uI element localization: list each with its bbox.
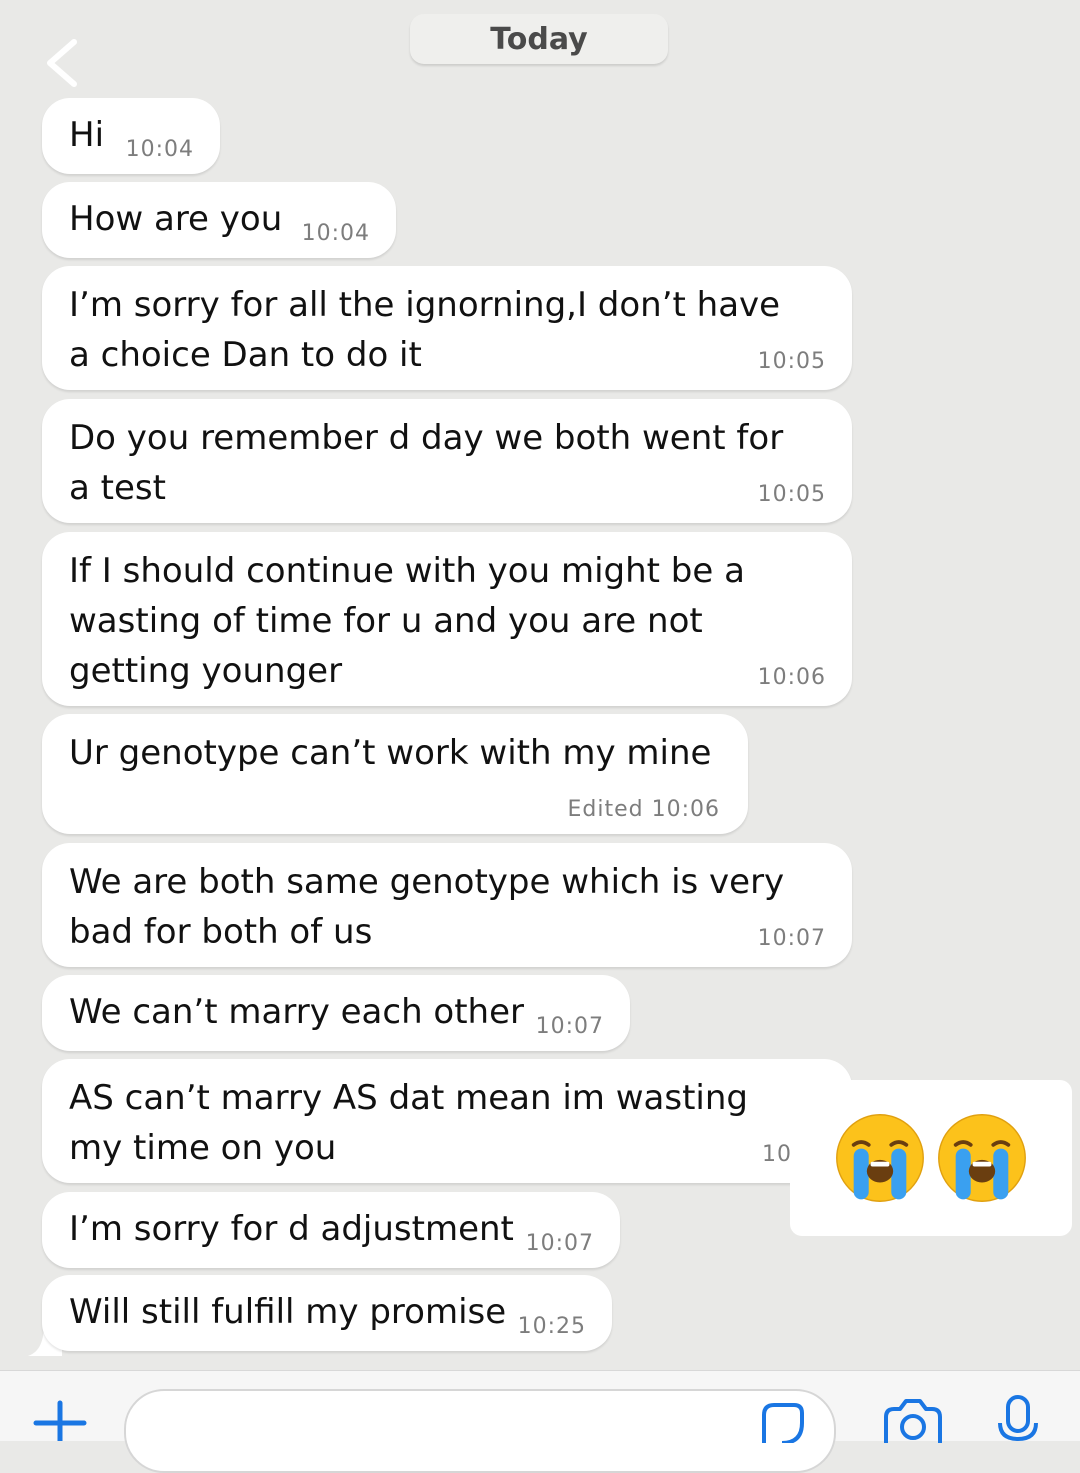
message-time: 10:07 xyxy=(525,1231,594,1256)
message-text: If I should continue with you might be a… xyxy=(69,551,745,691)
message-bubble[interactable]: If I should continue with you might be a… xyxy=(42,532,852,706)
message-text: I’m sorry for d adjustment xyxy=(69,1209,514,1249)
message-bubble[interactable]: We are both same genotype which is very … xyxy=(42,843,852,967)
loudly-crying-face-icon xyxy=(938,1114,1026,1202)
message-text: Will still fulfill my promise xyxy=(69,1292,507,1332)
message-text: Ur genotype can’t work with my mine xyxy=(69,733,712,773)
message-bubble[interactable]: Hi 10:04 xyxy=(42,98,220,174)
message-text: AS can’t marry AS dat mean im wasting my… xyxy=(69,1078,748,1168)
message-input[interactable] xyxy=(124,1389,836,1473)
message-text: Do you remember d day we both went for a… xyxy=(69,418,784,508)
plus-icon[interactable] xyxy=(30,1397,90,1441)
message-text: I’m sorry for all the ignorning,I don’t … xyxy=(69,285,781,375)
camera-icon[interactable] xyxy=(880,1399,946,1443)
message-text: We are both same genotype which is very … xyxy=(69,862,785,952)
message-bubble[interactable]: Will still fulfill my promise 10:25 xyxy=(42,1275,612,1351)
date-label: Today xyxy=(490,21,588,57)
composer-bar xyxy=(0,1370,1080,1473)
message-bubble[interactable]: I’m sorry for d adjustment 10:07 xyxy=(42,1192,620,1268)
message-bubble[interactable]: AS can’t marry AS dat mean im wasting my… xyxy=(42,1059,852,1183)
microphone-icon[interactable] xyxy=(996,1393,1040,1443)
message-time: 10:04 xyxy=(301,221,370,246)
message-text: Hi xyxy=(69,115,105,155)
loudly-crying-face-icon xyxy=(836,1114,924,1202)
message-time: 10 xyxy=(762,1142,792,1167)
message-time: 10:04 xyxy=(125,137,194,162)
message-bubble[interactable]: Ur genotype can’t work with my mine Edit… xyxy=(42,714,748,834)
back-chevron-icon[interactable] xyxy=(42,38,82,88)
message-bubble[interactable]: Do you remember d day we both went for a… xyxy=(42,399,852,523)
message-bubble[interactable]: How are you 10:04 xyxy=(42,182,396,258)
message-text: We can’t marry each other xyxy=(69,992,524,1032)
emoji-overlay xyxy=(790,1080,1072,1236)
message-time: 10:06 xyxy=(757,665,826,690)
message-bubble[interactable]: I’m sorry for all the ignorning,I don’t … xyxy=(42,266,852,390)
message-time: Edited 10:06 xyxy=(567,797,720,822)
message-time: 10:05 xyxy=(757,482,826,507)
date-separator: Today xyxy=(410,14,668,64)
message-time: 10:07 xyxy=(757,926,826,951)
message-bubble[interactable]: We can’t marry each other 10:07 xyxy=(42,975,630,1051)
message-time: 10:07 xyxy=(535,1014,604,1039)
sticker-icon[interactable] xyxy=(754,1399,804,1443)
message-time: 10:05 xyxy=(757,349,826,374)
message-time: 10:25 xyxy=(517,1314,586,1339)
message-text: How are you xyxy=(69,199,283,239)
